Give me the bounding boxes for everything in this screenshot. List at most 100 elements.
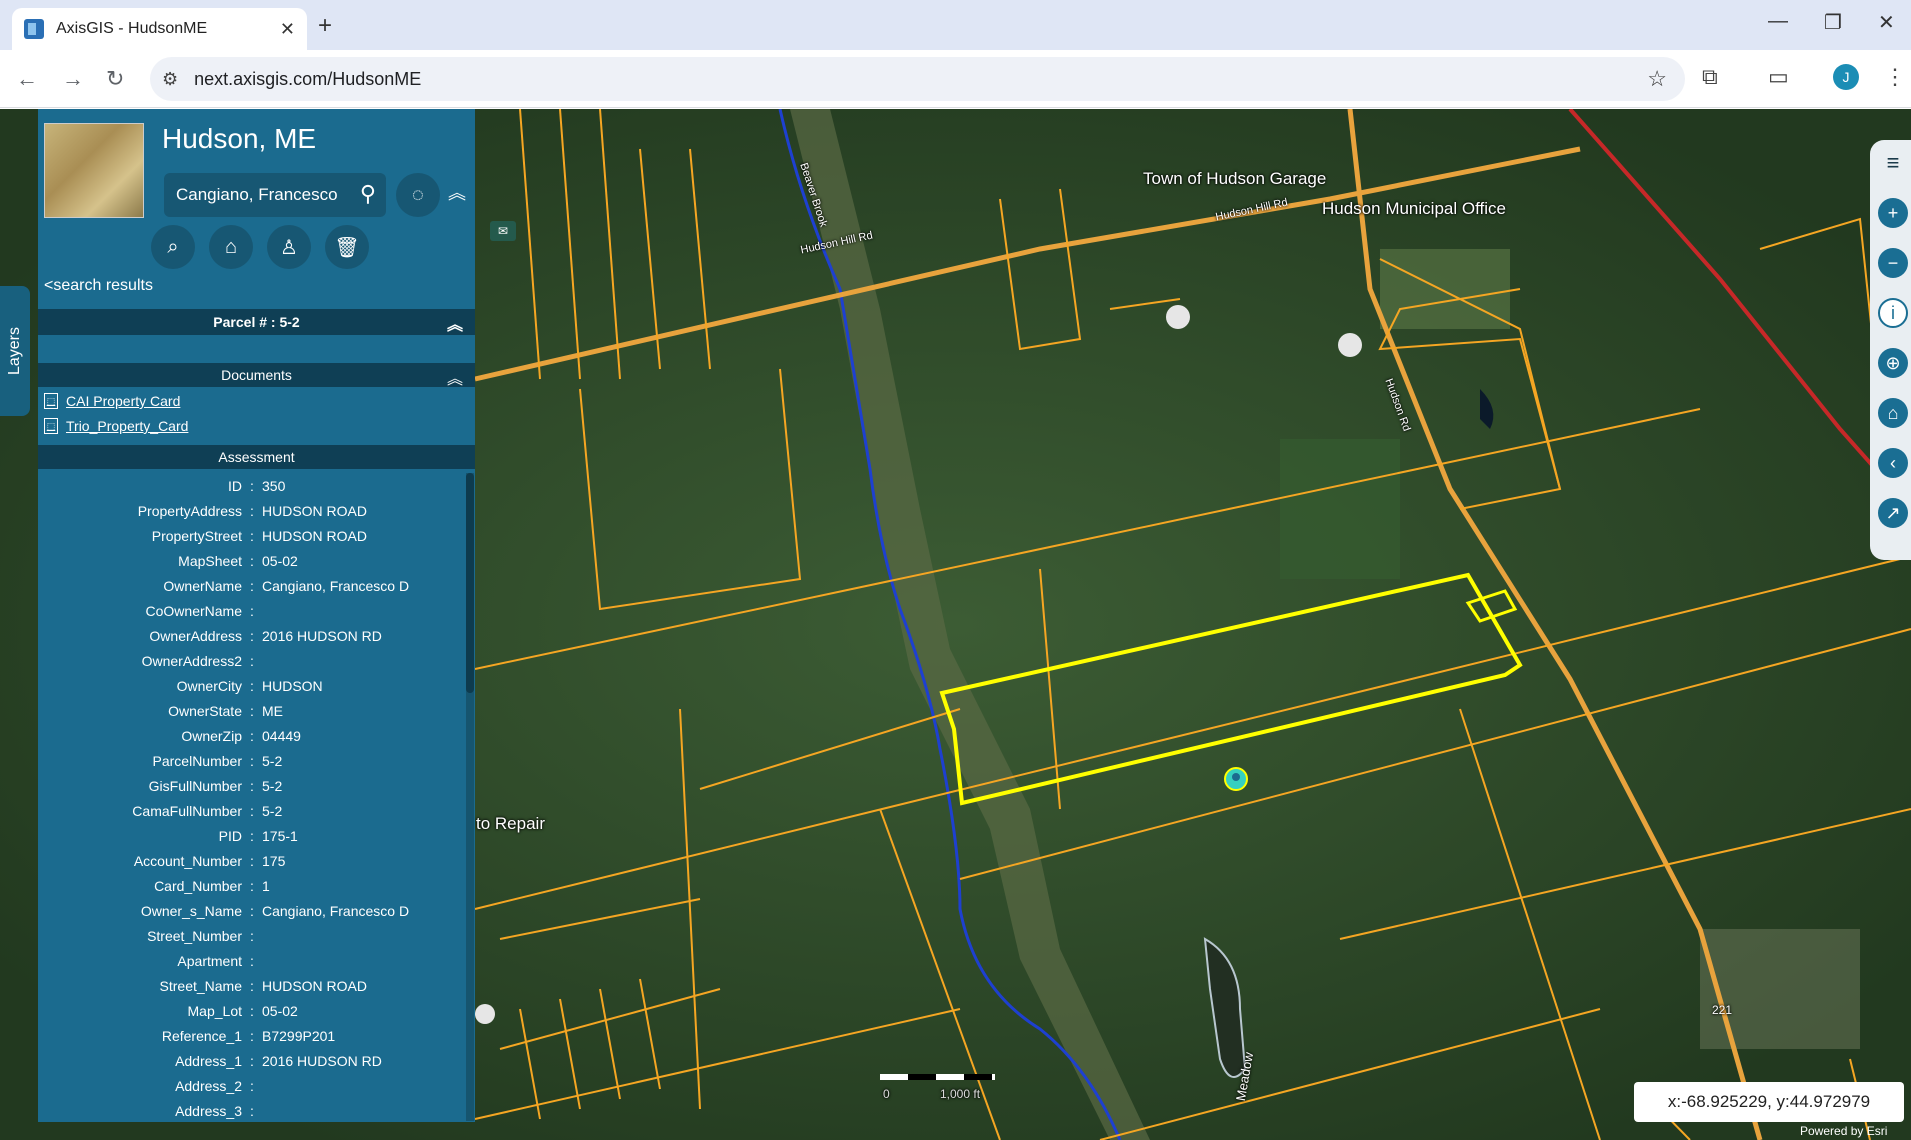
field-name: Owner_s_Name	[140, 902, 242, 919]
address-bar[interactable]: ⚙ next.axisgis.com/HudsonME ☆	[150, 57, 1685, 101]
document-link-trio[interactable]: ⬚ Trio_Property_Card	[44, 418, 188, 434]
close-tab-icon[interactable]: ✕	[280, 19, 295, 40]
field-name: Card_Number	[154, 877, 242, 894]
separator: :	[250, 727, 254, 744]
field-name: Street_Number	[147, 927, 242, 944]
table-row: Street_Name: HUDSON ROAD	[38, 973, 468, 998]
field-value: 175	[262, 852, 286, 869]
property-icon[interactable]: ⌂	[209, 225, 253, 269]
scale-zero: 0	[883, 1087, 890, 1101]
restore-icon[interactable]: ❐	[1824, 10, 1842, 35]
field-value: 05-02	[262, 1002, 298, 1019]
field-name: Street_Name	[159, 977, 242, 994]
separator: :	[250, 777, 254, 794]
share-icon[interactable]: ↗	[1878, 498, 1908, 528]
zoom-in-icon[interactable]: +	[1878, 198, 1908, 228]
owner-filter-text: Cangiano, Francesco	[176, 185, 338, 204]
close-window-icon[interactable]: ✕	[1878, 10, 1895, 35]
field-name: PropertyAddress	[137, 502, 242, 519]
info-icon[interactable]: i	[1878, 298, 1908, 328]
browser-toolbar: ← → ↻ ⚙ next.axisgis.com/HudsonME ☆ ⧉ ▭ …	[0, 50, 1911, 108]
separator: :	[250, 877, 254, 894]
locate-icon[interactable]: ⊕	[1878, 348, 1908, 378]
assessment-header: Assessment	[38, 445, 475, 469]
table-row: Owner_s_Name: Cangiano, Francesco D	[38, 898, 468, 923]
document-link-cai[interactable]: ⬚ CAI Property Card	[44, 393, 180, 409]
search-icon[interactable]: ⌕	[151, 225, 195, 269]
owner-icon[interactable]: ♙	[267, 225, 311, 269]
zoom-out-icon[interactable]: −	[1878, 248, 1908, 278]
field-name: ParcelNumber	[152, 752, 242, 769]
separator: :	[250, 902, 254, 919]
pdf-icon: ⬚	[44, 418, 58, 434]
minimize-icon[interactable]: —	[1768, 10, 1788, 33]
table-row: Address_2:	[38, 1073, 468, 1098]
repair-label: to Repair	[476, 814, 545, 833]
menu-icon[interactable]: ≡	[1878, 148, 1908, 178]
field-value: 5-2	[262, 777, 283, 794]
panel-scrollbar[interactable]	[466, 473, 474, 1121]
table-row: CoOwnerName:	[38, 598, 468, 623]
document-label: Trio_Property_Card	[66, 418, 189, 434]
town-thumbnail	[44, 123, 144, 218]
field-value: 1	[262, 877, 270, 894]
table-row: ParcelNumber:5-2	[38, 748, 468, 773]
browser-tabstrip: AxisGIS - HudsonME ✕ + — ❐ ✕	[0, 0, 1911, 50]
field-value: HUDSON	[262, 677, 323, 694]
filter-icon[interactable]: ⚲	[360, 181, 376, 207]
browser-tab[interactable]: AxisGIS - HudsonME ✕	[12, 8, 307, 50]
separator: :	[250, 577, 254, 594]
table-row: Address_3:	[38, 1098, 468, 1121]
town-title: Hudson, ME	[162, 123, 317, 154]
table-row: CamaFullNumber:5-2	[38, 798, 468, 823]
owner-filter-box[interactable]: Cangiano, Francesco ⚲	[164, 173, 386, 217]
separator: :	[250, 1077, 254, 1094]
table-row: Street_Number:	[38, 923, 468, 948]
field-name: OwnerCity	[176, 677, 242, 694]
back-arrow-icon[interactable]: ←	[16, 66, 38, 92]
separator: :	[250, 1052, 254, 1069]
parcel-header: Parcel # : 5-2 ︽	[38, 309, 475, 335]
profile-avatar[interactable]: J	[1833, 64, 1859, 90]
comment-icon[interactable]: ✉	[490, 221, 516, 241]
collapse-panel-icon[interactable]: ︽	[448, 179, 466, 205]
separator: :	[250, 852, 254, 869]
field-name: Apartment	[177, 952, 242, 969]
trash-icon[interactable]: 🗑	[325, 225, 369, 269]
coordinate-readout: x:-68.925229, y:44.972979	[1634, 1082, 1904, 1122]
separator: :	[250, 927, 254, 944]
axisgis-favicon-icon	[24, 19, 44, 39]
site-info-icon[interactable]: ⚙	[162, 69, 178, 90]
field-value: ME	[262, 702, 283, 719]
field-name: OwnerName	[163, 577, 242, 594]
extensions-icon[interactable]: ⧉	[1702, 64, 1718, 90]
search-results-link[interactable]: <search results	[44, 277, 153, 295]
url-text: next.axisgis.com/HudsonME	[194, 68, 422, 89]
layers-tab[interactable]: Layers	[0, 286, 30, 416]
separator: :	[250, 527, 254, 544]
collapse-parcel-icon[interactable]: ︽	[447, 311, 463, 335]
field-name: OwnerAddress	[149, 627, 242, 644]
cast-icon[interactable]: ▭	[1768, 64, 1789, 90]
field-value: 175-1	[262, 827, 298, 844]
pdf-icon: ⬚	[44, 393, 58, 409]
field-value: Cangiano, Francesco D	[262, 577, 410, 594]
lasso-icon[interactable]: ◌	[396, 173, 440, 217]
forward-arrow-icon[interactable]: →	[62, 66, 84, 92]
home-icon[interactable]: ⌂	[1878, 398, 1908, 428]
browser-menu-icon[interactable]: ⋮	[1884, 64, 1906, 90]
separator: :	[250, 977, 254, 994]
tab-title: AxisGIS - HudsonME	[56, 20, 208, 37]
field-name: PropertyStreet	[151, 527, 242, 544]
table-row: GisFullNumber:5-2	[38, 773, 468, 798]
new-tab-button[interactable]: +	[318, 12, 332, 40]
previous-extent-icon[interactable]: ‹	[1878, 448, 1908, 478]
separator: :	[250, 702, 254, 719]
reload-icon[interactable]: ↻	[106, 66, 124, 92]
collapse-documents-icon[interactable]: ︽	[447, 365, 463, 389]
scrollbar-thumb[interactable]	[466, 473, 474, 693]
field-name: OwnerAddress2	[141, 652, 242, 669]
separator: :	[250, 627, 254, 644]
bookmark-star-icon[interactable]: ☆	[1647, 66, 1667, 92]
table-row: PID:175-1	[38, 823, 468, 848]
